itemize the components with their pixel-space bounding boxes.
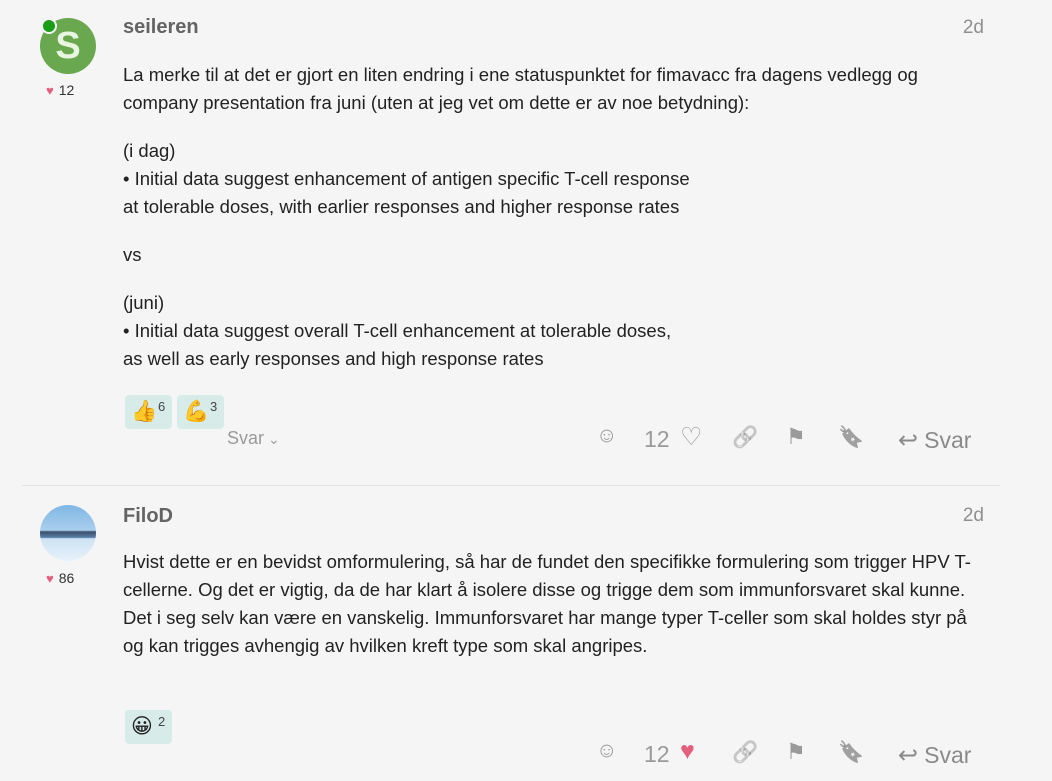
show-replies-toggle[interactable]: Svar ⌄ — [227, 428, 280, 449]
user-likes-count: 86 — [58, 570, 75, 586]
post-paragraph: La merke til at det er gjort en liten en… — [123, 64, 918, 113]
post-filod: ♥ 86 FiloD 2d Hvist dette er en bevidst o… — [0, 486, 1000, 781]
user-likes: ♥ 12 — [46, 82, 74, 98]
quote-line: as well as early responses and high resp… — [123, 348, 544, 369]
thumbs-up-icon: 👍 — [131, 400, 158, 423]
post-seileren: S ♥ 12 seileren 2d La merke til at det er… — [0, 0, 1000, 486]
username[interactable]: FiloD — [123, 505, 173, 528]
post-paragraph: Det i seg selv kan være en vanskelig. Im… — [123, 607, 967, 656]
heart-icon: ♥ — [46, 571, 54, 586]
post-paragraph: (i dag) • Initial data suggest enhancemen… — [123, 137, 983, 221]
quote-line: • Initial data suggest overall T-cell en… — [123, 320, 672, 341]
reaction-grinning[interactable]: 😀 2 — [125, 710, 172, 744]
reply-label: Svar — [924, 427, 972, 453]
user-likes-count: 12 — [58, 82, 75, 98]
post-body: Hvist dette er en bevidst omformulering,… — [123, 548, 983, 660]
link-icon[interactable]: 🔗 — [732, 741, 758, 765]
reaction-count: 2 — [158, 714, 166, 729]
replies-label: Svar — [227, 428, 265, 448]
reply-icon: ↩ — [898, 427, 919, 454]
user-likes: ♥ 86 — [46, 570, 74, 586]
reaction-count: 3 — [210, 399, 218, 414]
like-count[interactable]: 12 — [644, 741, 670, 768]
post-date[interactable]: 2d — [963, 17, 984, 39]
reaction-thumbs-up[interactable]: 👍 6 — [125, 395, 172, 429]
post-date[interactable]: 2d — [963, 505, 984, 527]
like-count[interactable]: 12 — [644, 426, 670, 453]
heart-icon: ♥ — [46, 83, 54, 98]
flag-icon[interactable]: ⚑ — [786, 739, 806, 765]
bookmark-icon[interactable]: 🔖 — [838, 426, 864, 450]
avatar[interactable] — [40, 505, 96, 561]
chevron-down-icon: ⌄ — [268, 431, 280, 447]
smile-icon[interactable]: ☺ — [596, 739, 617, 763]
post-paragraph: Hvist dette er en bevidst omformulering,… — [123, 551, 971, 600]
grinning-face-icon: 😀 — [131, 715, 153, 738]
username[interactable]: seileren — [123, 16, 199, 39]
online-status-icon — [41, 18, 57, 34]
quote-label: (i dag) — [123, 140, 176, 161]
reply-button[interactable]: ↩ Svar — [898, 426, 971, 455]
link-icon[interactable]: 🔗 — [732, 426, 758, 450]
reaction-muscle[interactable]: 💪 3 — [177, 395, 224, 429]
muscle-icon: 💪 — [183, 400, 210, 423]
reply-button[interactable]: ↩ Svar — [898, 741, 971, 770]
post-paragraph: vs — [123, 244, 142, 265]
quote-line: • Initial data suggest enhancement of an… — [123, 168, 690, 189]
post-body: La merke til at det er gjort en liten en… — [123, 61, 983, 393]
flag-icon[interactable]: ⚑ — [786, 424, 806, 450]
smile-icon[interactable]: ☺ — [596, 424, 617, 448]
heart-filled-icon[interactable]: ♥ — [680, 737, 695, 766]
reaction-count: 6 — [158, 399, 166, 414]
reply-icon: ↩ — [898, 742, 919, 769]
quote-label: (juni) — [123, 292, 165, 313]
post-paragraph: (juni) • Initial data suggest overall T-c… — [123, 289, 983, 373]
heart-outline-icon[interactable]: ♡ — [680, 422, 702, 452]
quote-line: at tolerable doses, with earlier respons… — [123, 196, 680, 217]
reply-label: Svar — [924, 742, 972, 768]
bookmark-icon[interactable]: 🔖 — [838, 741, 864, 765]
